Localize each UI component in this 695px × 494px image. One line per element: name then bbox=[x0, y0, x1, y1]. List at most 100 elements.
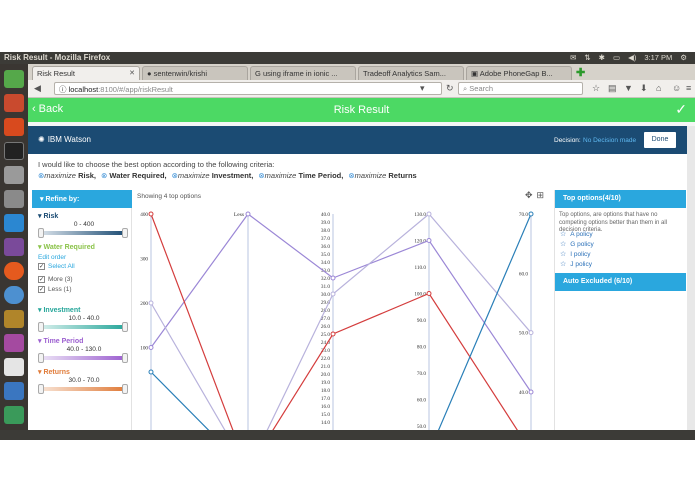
launcher-drive-2-icon[interactable] bbox=[4, 190, 24, 208]
dropdown-icon[interactable]: ▾ bbox=[420, 83, 425, 94]
tab-risk-result[interactable]: Risk Result ✕ bbox=[32, 66, 140, 80]
reload-icon[interactable]: ↻ bbox=[446, 83, 454, 94]
axis-tick-label: 70.0 bbox=[417, 371, 426, 377]
launcher-writer-icon[interactable] bbox=[4, 382, 24, 400]
tab-sentenwin[interactable]: ● sentenwin/krishi bbox=[142, 66, 248, 80]
returns-label[interactable]: ▾ Returns bbox=[38, 368, 70, 376]
info-icon: ⓘ bbox=[59, 85, 69, 94]
criterion-returns[interactable]: ⊗maximize Returns bbox=[348, 171, 416, 180]
axis-tick-label: 21.0 bbox=[321, 364, 330, 370]
star-icon[interactable]: ☆ bbox=[560, 240, 566, 248]
auto-excluded-header[interactable]: Auto Excluded (6/10) bbox=[555, 273, 686, 291]
criterion-risk[interactable]: ⊗maximize Risk, bbox=[38, 171, 96, 180]
page-title: Risk Result bbox=[333, 104, 390, 116]
parallel-coordinates-chart[interactable]: 400 300 200 100 Less 40.0 39.0 38.0 37.0 36.0 35.0… bbox=[133, 204, 553, 430]
refine-header[interactable]: ▾ Refine by: bbox=[32, 190, 132, 208]
risk-slider[interactable] bbox=[38, 228, 128, 238]
time-period-slider-max-handle[interactable] bbox=[122, 353, 128, 363]
settings-gear-icon[interactable]: ⚙ bbox=[680, 53, 687, 62]
launcher-drive-icon[interactable] bbox=[4, 166, 24, 184]
option-a-policy[interactable]: ☆ A policy bbox=[560, 230, 593, 239]
ibm-watson-logo: ✺ IBM Watson bbox=[38, 135, 91, 144]
option-i-policy[interactable]: ☆ I policy bbox=[560, 250, 591, 259]
url-host: localhost bbox=[68, 85, 99, 94]
investment-slider-max-handle[interactable] bbox=[122, 322, 128, 332]
investment-slider[interactable] bbox=[38, 322, 128, 332]
series-point bbox=[148, 369, 154, 375]
top-options-header[interactable]: Top options(4/10) bbox=[555, 190, 686, 208]
launcher-text-editor-icon[interactable] bbox=[4, 358, 24, 376]
bluetooth-icon[interactable]: ✱ bbox=[599, 53, 605, 62]
launcher-settings-icon[interactable] bbox=[4, 118, 24, 136]
select-all-checkbox[interactable]: ✓ Select All bbox=[38, 263, 75, 270]
series-point bbox=[426, 238, 432, 243]
page-scrollbar[interactable] bbox=[687, 126, 695, 430]
move-icon[interactable]: ✥ bbox=[525, 190, 533, 201]
option-g-policy[interactable]: ☆ G policy bbox=[560, 240, 594, 249]
option-j-policy[interactable]: ☆ J policy bbox=[560, 260, 592, 269]
risk-label[interactable]: ▾ Risk bbox=[38, 212, 58, 220]
window-title: Risk Result - Mozilla Firefox bbox=[4, 53, 111, 62]
edit-order-link[interactable]: Edit order bbox=[38, 254, 66, 261]
refine-header-label: Refine by: bbox=[45, 196, 80, 203]
launcher-terminal-icon[interactable] bbox=[4, 142, 24, 160]
tab-iframe-ionic[interactable]: G using iframe in ionic ... bbox=[250, 66, 356, 80]
launcher-calc-icon[interactable] bbox=[4, 406, 24, 424]
download-icon[interactable]: ⬇ bbox=[640, 83, 648, 94]
launcher-firefox-icon[interactable] bbox=[4, 262, 24, 280]
star-icon[interactable]: ☆ bbox=[560, 230, 566, 238]
investment-label[interactable]: ▾ Investment bbox=[38, 306, 80, 314]
chat-icon[interactable]: ☺ bbox=[672, 83, 681, 93]
battery-icon[interactable]: ▭ bbox=[613, 53, 620, 62]
volume-icon[interactable]: ◀) bbox=[628, 53, 636, 62]
launcher-chrome-icon[interactable] bbox=[4, 286, 24, 304]
water-more-checkbox[interactable]: ✓ More (3) bbox=[38, 276, 73, 283]
close-icon[interactable]: ✕ bbox=[129, 69, 135, 77]
mail-icon[interactable]: ✉ bbox=[570, 53, 576, 62]
risk-slider-max-handle[interactable] bbox=[122, 228, 128, 238]
reading-list-icon[interactable]: ▤ bbox=[608, 83, 617, 94]
axis-tick-label: 90.0 bbox=[417, 318, 426, 324]
water-required-label[interactable]: ▾ Water Required bbox=[38, 243, 95, 251]
star-icon[interactable]: ☆ bbox=[560, 260, 566, 268]
returns-slider-min-handle[interactable] bbox=[38, 384, 44, 394]
launcher-app-icon[interactable] bbox=[4, 238, 24, 256]
water-less-checkbox[interactable]: ✓ Less (1) bbox=[38, 286, 71, 293]
axis-tick-label: 300 bbox=[140, 257, 148, 263]
pin-icon[interactable]: ⊞ bbox=[537, 190, 545, 201]
series-point bbox=[330, 331, 336, 337]
time-period-label[interactable]: ▾ Time Period bbox=[38, 337, 83, 345]
returns-slider-max-handle[interactable] bbox=[122, 384, 128, 394]
checkmark-icon[interactable]: ✓ bbox=[675, 101, 687, 118]
url-bar[interactable]: ⓘ localhost:8100/#/app/riskResult bbox=[54, 82, 442, 95]
criterion-name: Investment, bbox=[211, 171, 254, 180]
home-icon[interactable]: ⌂ bbox=[656, 83, 661, 93]
bookmark-star-icon[interactable]: ☆ bbox=[592, 83, 600, 94]
search-input[interactable]: ⌕ Search bbox=[458, 82, 583, 95]
chart-tools: ✥ ⊞ bbox=[525, 190, 544, 201]
menu-icon[interactable]: ≡ bbox=[686, 83, 691, 93]
tab-adobe-phonegap[interactable]: ▣ Adobe PhoneGap B... bbox=[466, 66, 572, 80]
done-button[interactable]: Done bbox=[644, 132, 676, 148]
launcher-archive-icon[interactable] bbox=[4, 310, 24, 328]
time-period-slider[interactable] bbox=[38, 353, 128, 363]
star-icon[interactable]: ☆ bbox=[560, 250, 566, 258]
tab-tradeoff-analytics[interactable]: Tradeoff Analytics Sam... bbox=[358, 66, 464, 80]
back-arrow-icon[interactable]: ◀ bbox=[34, 83, 41, 94]
time-period-slider-min-handle[interactable] bbox=[38, 353, 44, 363]
criterion-water-required[interactable]: ⊗ Water Required, bbox=[101, 171, 167, 180]
time-period-range: 40.0 - 130.0 bbox=[66, 346, 102, 353]
launcher-files-icon[interactable] bbox=[4, 94, 24, 112]
criterion-investment[interactable]: ⊗maximize Investment, bbox=[172, 171, 254, 180]
launcher-home-icon[interactable] bbox=[4, 70, 24, 88]
clock[interactable]: 3:17 PM bbox=[644, 53, 672, 62]
pocket-icon[interactable]: ▼ bbox=[624, 83, 633, 93]
launcher-game-icon[interactable] bbox=[4, 334, 24, 352]
new-tab-plus-icon[interactable]: ✚ bbox=[576, 66, 585, 79]
returns-slider[interactable] bbox=[38, 384, 128, 394]
network-icon[interactable]: ⇅ bbox=[584, 53, 590, 62]
risk-slider-min-handle[interactable] bbox=[38, 228, 44, 238]
criterion-time-period[interactable]: ⊗maximize Time Period, bbox=[258, 171, 343, 180]
investment-slider-min-handle[interactable] bbox=[38, 322, 44, 332]
launcher-skype-icon[interactable] bbox=[4, 214, 24, 232]
